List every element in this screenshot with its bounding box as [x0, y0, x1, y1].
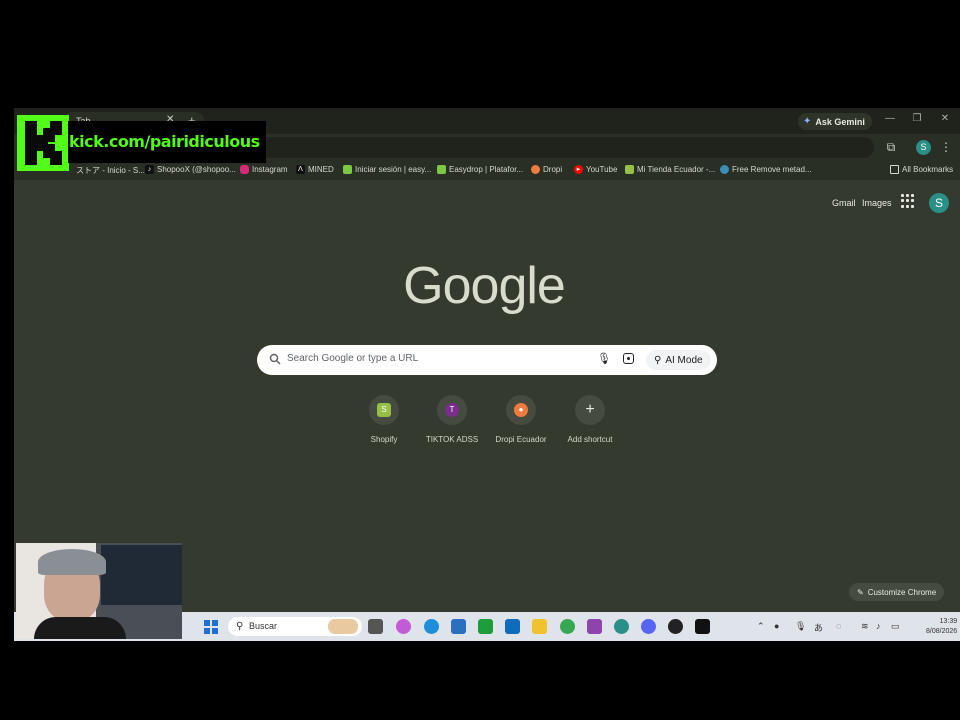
- add-shortcut-button[interactable]: + Add shortcut: [550, 395, 630, 444]
- outlook-icon[interactable]: [505, 619, 520, 634]
- gemini-sparkle-icon: ✦: [803, 116, 812, 127]
- capcut-icon[interactable]: [695, 619, 710, 634]
- shortcut-dropi-ecuador[interactable]: ● Dropi Ecuador: [481, 395, 561, 444]
- kick-k-mark: [25, 121, 62, 165]
- clock-date: 8/08/2026: [926, 628, 958, 635]
- tray-app-icon[interactable]: ◌: [836, 621, 841, 631]
- minimize-icon[interactable]: —: [882, 113, 898, 124]
- bookmark-item[interactable]: Easydrop | Platafor...: [437, 165, 523, 174]
- battery-icon[interactable]: ▭: [891, 621, 900, 632]
- kebab-menu-icon[interactable]: ⋮: [938, 140, 954, 154]
- profile-avatar[interactable]: S: [929, 193, 949, 213]
- ai-sparkle-search-icon: ⚲: [654, 354, 662, 366]
- bookmarks-bar: ストア - Inicio - S... ♪ ShopooX (@shopoo..…: [14, 162, 960, 180]
- microphone-icon[interactable]: 🎙︎: [597, 352, 611, 365]
- shortcut-label: Add shortcut: [567, 435, 613, 444]
- shortcut-tile: S: [369, 395, 399, 425]
- kick-logo-icon: [17, 115, 69, 171]
- bookmark-item[interactable]: ♪ ShopooX (@shopoo...: [145, 165, 236, 174]
- taskbar-search[interactable]: ⚲ Buscar: [228, 617, 362, 636]
- google-logo: Google: [403, 257, 566, 315]
- clock-time: 13:39: [939, 618, 958, 625]
- chrome-profile-icon[interactable]: [614, 619, 629, 634]
- webcam-hair: [38, 549, 106, 575]
- bookmark-item[interactable]: ▸ YouTube: [574, 165, 617, 174]
- bookmark-item[interactable]: Mi Tienda Ecuador -...: [625, 165, 715, 174]
- easydrop-icon: [343, 165, 352, 174]
- profile-avatar-small[interactable]: S: [916, 140, 931, 155]
- search-icon: [269, 353, 281, 365]
- chrome-icon[interactable]: [560, 619, 575, 634]
- ai-mode-label: AI Mode: [665, 354, 703, 366]
- customize-chrome-label: Customize Chrome: [867, 587, 937, 597]
- tiktok-icon: ♪: [145, 165, 154, 174]
- windows-start-icon[interactable]: [204, 620, 218, 634]
- chevron-up-icon[interactable]: ⌃: [757, 621, 765, 632]
- copilot-icon[interactable]: [396, 619, 411, 634]
- taskbar-search-label: Buscar: [249, 621, 278, 631]
- bookmark-item[interactable]: Instagram: [240, 165, 288, 174]
- shopify-icon: [625, 165, 634, 174]
- stream-frame: Tab ✕ + ✦ Ask Gemini — ❐ ✕ ⧉ S ⋮ ストア - I…: [0, 0, 960, 720]
- ask-gemini-label: Ask Gemini: [815, 116, 865, 127]
- letter-t-icon: T: [445, 403, 459, 417]
- obs-icon[interactable]: [668, 619, 683, 634]
- plus-icon: +: [585, 401, 595, 418]
- pencil-icon: ✎: [857, 587, 864, 597]
- shortcut-label: Dropi Ecuador: [495, 435, 547, 444]
- search-highlight-icon: [328, 619, 358, 634]
- wifi-icon[interactable]: ≋: [861, 621, 869, 632]
- tray-app-icon[interactable]: ●: [774, 621, 779, 631]
- shortcut-tile: +: [575, 395, 605, 425]
- shortcut-label: TIKTOK ADSS: [425, 435, 479, 444]
- bookmark-item[interactable]: Λ MINED: [296, 165, 334, 174]
- dropi-icon: ●: [514, 403, 528, 417]
- images-link[interactable]: Images: [862, 198, 892, 208]
- puzzle-icon[interactable]: ⧉: [883, 140, 899, 155]
- folder-icon: [890, 165, 899, 174]
- search-input[interactable]: Search Google or type a URL: [287, 353, 418, 364]
- bookmark-item[interactable]: Iniciar sesión | easy...: [343, 165, 431, 174]
- bookmark-item[interactable]: ストア - Inicio - S...: [76, 165, 145, 176]
- mined-icon: Λ: [296, 165, 305, 174]
- microphone-icon[interactable]: 🎙︎: [795, 621, 806, 632]
- window-close-icon[interactable]: ✕: [937, 113, 953, 124]
- customize-chrome-button[interactable]: ✎ Customize Chrome: [849, 583, 945, 601]
- file-explorer-icon[interactable]: [532, 619, 547, 634]
- shortcut-tile: T: [437, 395, 467, 425]
- easydrop-icon: [437, 165, 446, 174]
- ask-gemini-button[interactable]: ✦ Ask Gemini: [798, 113, 872, 130]
- search-box[interactable]: Search Google or type a URL 🎙︎ ⚲ AI Mode: [257, 345, 717, 375]
- restore-icon[interactable]: ❐: [909, 113, 925, 124]
- gmail-link[interactable]: Gmail: [832, 198, 856, 208]
- ai-mode-button[interactable]: ⚲ AI Mode: [646, 350, 711, 370]
- kick-channel-url: kick.com/pairidiculous: [69, 132, 260, 151]
- bookmark-item[interactable]: Free Remove metad...: [720, 165, 812, 174]
- globe-icon: [720, 165, 729, 174]
- webcam-feed: [16, 543, 182, 639]
- shortcut-tile: ●: [506, 395, 536, 425]
- instagram-icon: [240, 165, 249, 174]
- discord-icon[interactable]: [641, 619, 656, 634]
- volume-icon[interactable]: ♪: [876, 621, 881, 631]
- edge-icon[interactable]: [424, 619, 439, 634]
- all-bookmarks-button[interactable]: All Bookmarks: [890, 165, 953, 174]
- youtube-icon: ▸: [574, 165, 583, 174]
- xbox-icon[interactable]: [478, 619, 493, 634]
- google-lens-icon[interactable]: [623, 353, 634, 364]
- photos-icon[interactable]: [587, 619, 602, 634]
- search-icon: ⚲: [236, 621, 244, 632]
- shopify-icon: S: [377, 403, 391, 417]
- store-icon[interactable]: [451, 619, 466, 634]
- dropi-icon: [531, 165, 540, 174]
- task-view-icon[interactable]: [368, 619, 383, 634]
- webcam-background-screen: [101, 545, 182, 605]
- webcam-clothing: [34, 617, 126, 639]
- shortcut-tiktok-adss[interactable]: T TIKTOK ADSS: [412, 395, 492, 444]
- bookmark-item[interactable]: Dropi: [531, 165, 562, 174]
- google-apps-icon[interactable]: [901, 194, 915, 208]
- ime-indicator[interactable]: あ: [814, 621, 823, 634]
- system-clock[interactable]: 13:39 8/08/2026: [926, 617, 957, 637]
